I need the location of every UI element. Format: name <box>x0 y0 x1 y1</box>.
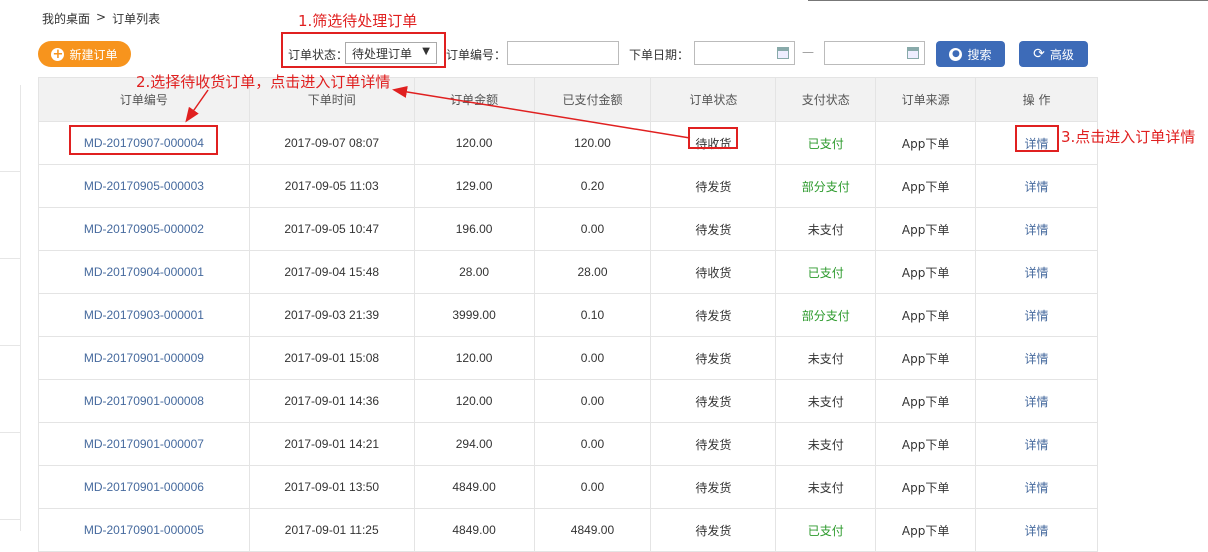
arrow-to-instruction <box>392 86 691 139</box>
arrow-to-order-no <box>185 89 209 123</box>
annotation-arrows <box>185 86 691 139</box>
